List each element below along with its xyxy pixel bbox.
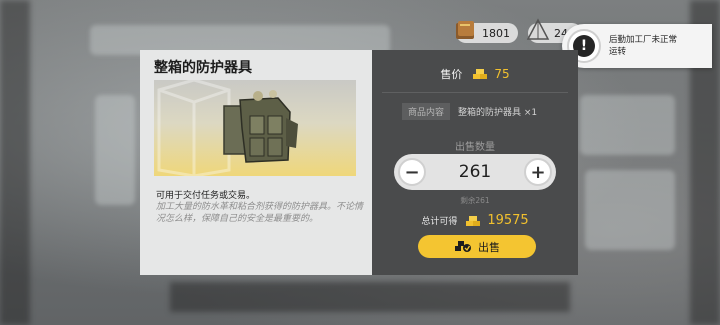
book-stack-icon <box>456 21 474 39</box>
content-row: 商品内容 整箱的防护器具 ×1 <box>402 103 537 120</box>
total-row: 总计可得 19575 <box>372 213 578 228</box>
sell-button[interactable]: 出售 <box>418 235 536 258</box>
protective-gear-icon <box>223 90 298 163</box>
decrease-button[interactable]: − <box>398 158 426 186</box>
total-value: 19575 <box>487 213 529 228</box>
content-value: 整箱的防护器具 ×1 <box>458 108 538 118</box>
price-value: 75 <box>494 67 510 81</box>
resource-books: 1801 <box>456 21 518 44</box>
factory-warning-toast[interactable]: ! 后勤加工厂未正常运转 <box>562 24 712 68</box>
price-row: 售价 75 <box>372 66 578 82</box>
increase-button[interactable]: + <box>523 158 552 186</box>
item-flavor-text: 加工大量的防水革和粘合剂获得的防护器具。不论情况怎么样，保障自己的安全是最重要的… <box>156 202 364 224</box>
divider <box>382 92 568 93</box>
notification-text: 后勤加工厂未正常运转 <box>609 35 678 57</box>
sell-gold-icon <box>455 241 471 252</box>
quantity-value[interactable]: 261 <box>459 162 491 182</box>
quantity-label: 出售数量 <box>455 142 495 153</box>
total-label: 总计可得 <box>421 217 458 227</box>
sell-button-label: 出售 <box>478 240 500 254</box>
price-label: 售价 <box>440 68 463 81</box>
sell-panel: 售价 75 商品内容 整箱的防护器具 ×1 出售数量 − 261 + 剩余261… <box>372 50 578 275</box>
item-info-panel: 整箱的防护器具 可用于交付任务或交易。 加工大量的防水革和粘合剂获得的防护器具。… <box>140 50 372 275</box>
tent-icon <box>526 18 550 40</box>
item-title: 整箱的防护器具 <box>154 60 252 76</box>
gold-bar-icon <box>473 69 488 79</box>
quantity-stepper[interactable]: − 261 + <box>394 154 556 190</box>
item-image-card <box>154 80 356 176</box>
gold-bar-icon <box>466 215 481 226</box>
remaining-count: 剩余261 <box>460 196 490 205</box>
item-usage-text: 可用于交付任务或交易。 <box>156 191 256 201</box>
books-count: 1801 <box>482 26 510 40</box>
sell-item-dialog: 整箱的防护器具 可用于交付任务或交易。 加工大量的防水革和粘合剂获得的防护器具。… <box>140 50 578 275</box>
content-tag: 商品内容 <box>402 103 451 120</box>
